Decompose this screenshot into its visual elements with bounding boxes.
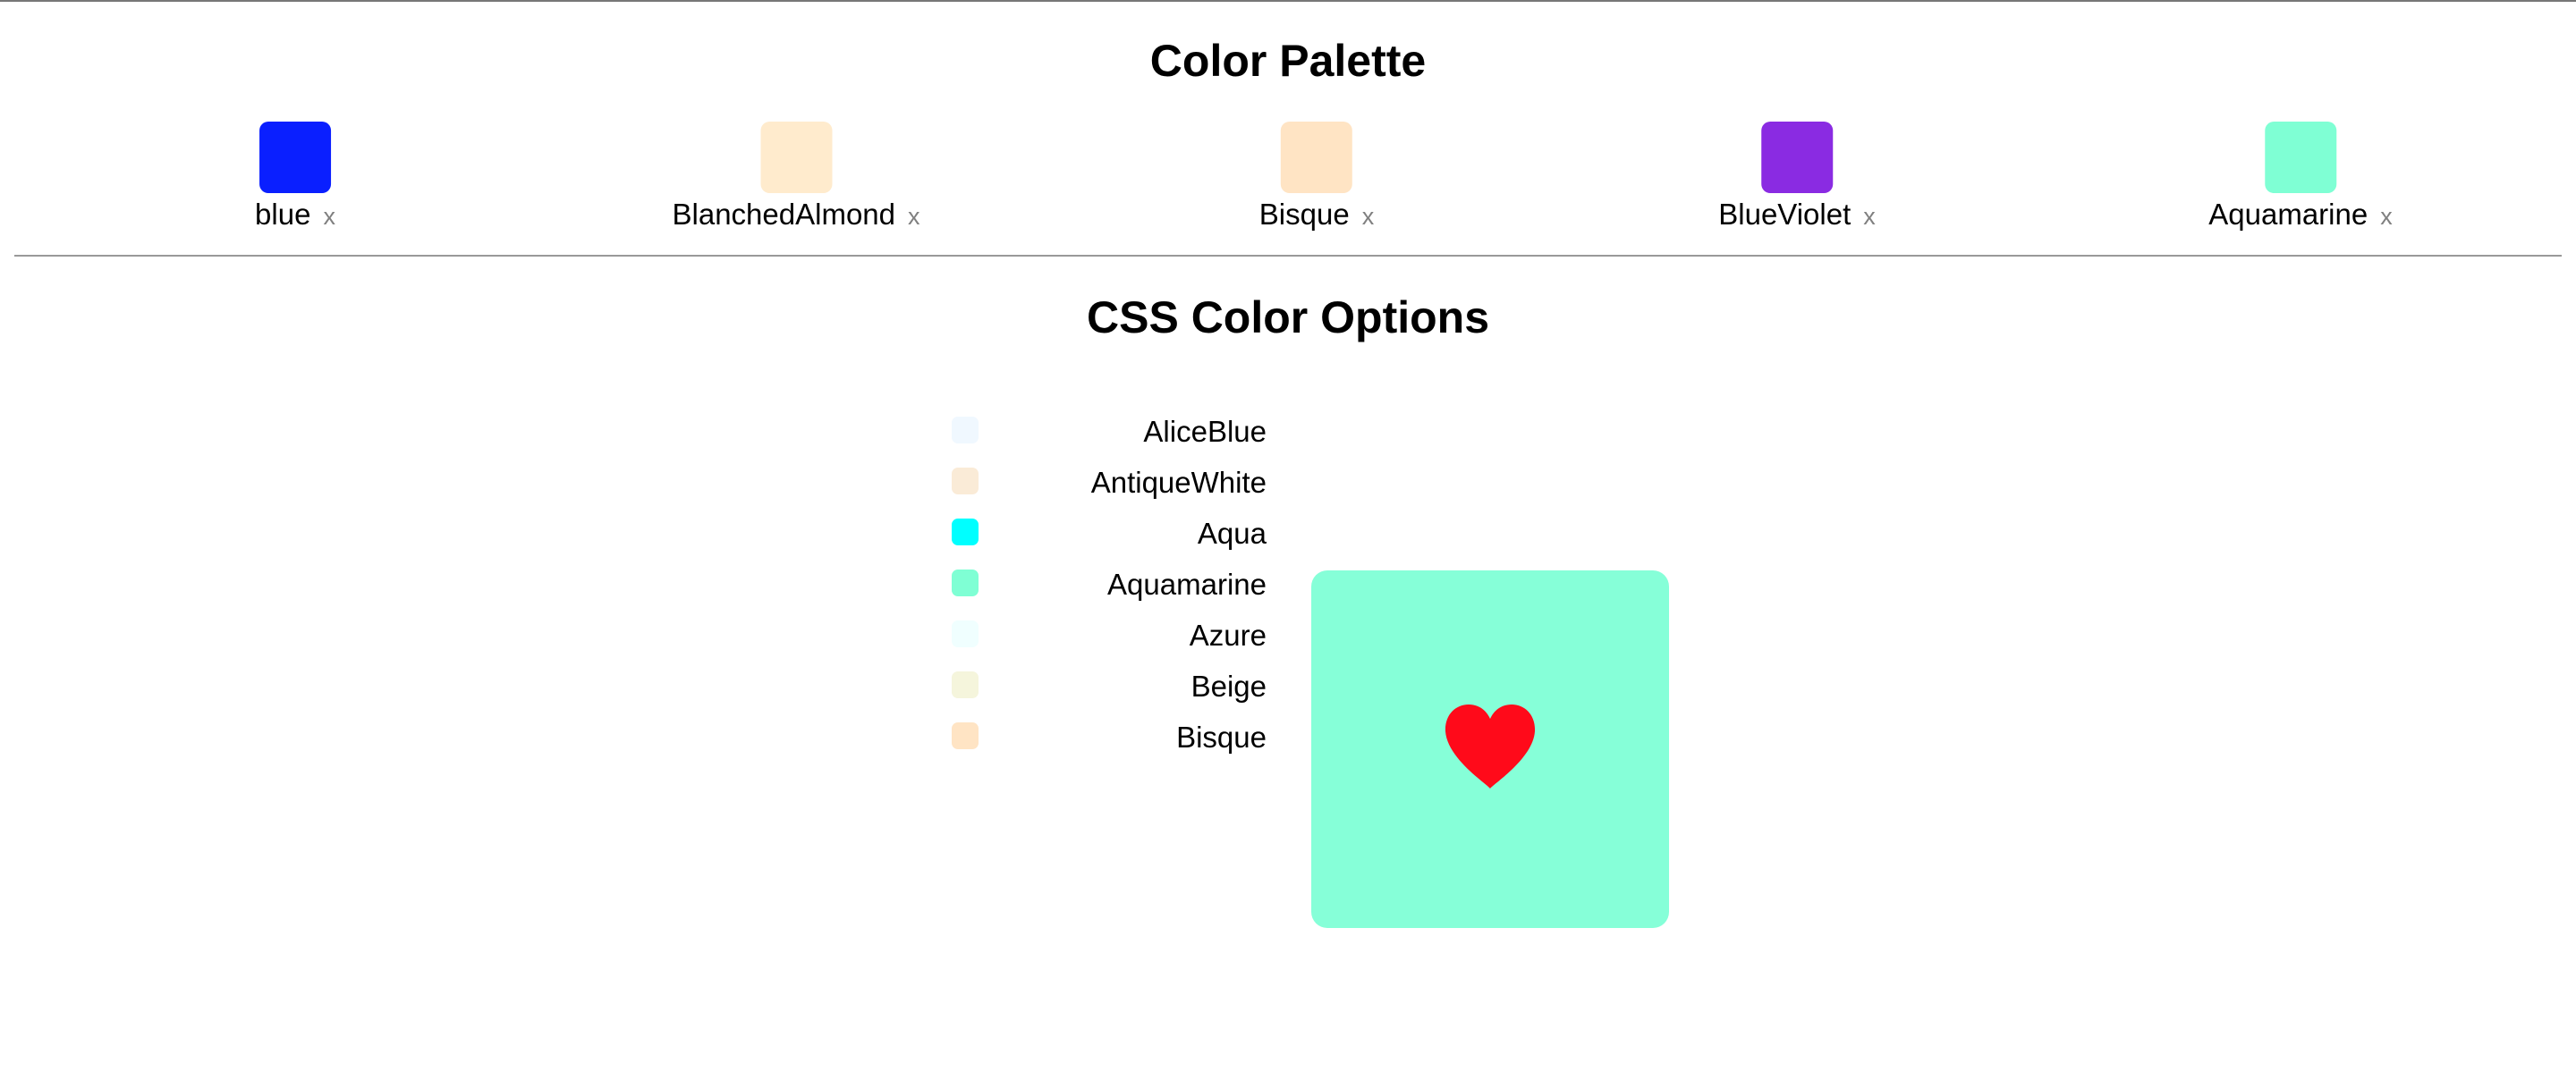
remove-button[interactable]: x — [1362, 198, 1375, 234]
option-swatch — [952, 620, 979, 647]
color-option-antiquewhite[interactable]: AntiqueWhite — [948, 460, 1270, 511]
color-option-azure[interactable]: Azure — [948, 613, 1270, 664]
palette-color-name: Aquamarine — [2208, 198, 2368, 231]
option-name: Beige — [1191, 670, 1267, 703]
section-divider — [14, 255, 2562, 257]
palette-item-blue: blue x — [255, 122, 335, 234]
options-title: CSS Color Options — [1087, 292, 1489, 342]
palette-label-row: BlueViolet x — [1718, 197, 1876, 234]
palette-item-blueviolet: BlueViolet x — [1718, 122, 1876, 234]
page: Color Palette blue x BlanchedAlmond x Bi… — [0, 0, 2576, 1080]
option-swatch — [952, 417, 979, 443]
color-option-aliceblue[interactable]: AliceBlue — [948, 409, 1270, 460]
heart-shape — [1445, 705, 1536, 789]
palette-item-bisque: Bisque x — [1259, 122, 1374, 234]
color-option-aquamarine[interactable]: Aquamarine — [948, 562, 1270, 613]
palette-item-aquamarine: Aquamarine x — [2208, 122, 2393, 234]
palette-color-name: BlueViolet — [1718, 198, 1852, 231]
palette-swatch[interactable] — [760, 122, 832, 193]
remove-button[interactable]: x — [908, 198, 920, 234]
option-name: AliceBlue — [1143, 415, 1267, 448]
palette-color-name: blue — [255, 198, 311, 231]
remove-button[interactable]: x — [1863, 198, 1876, 234]
palette-color-name: BlanchedAlmond — [672, 198, 896, 231]
palette-swatch[interactable] — [1760, 122, 1833, 193]
color-preview-box — [1311, 570, 1669, 928]
option-name: Aqua — [1197, 517, 1267, 550]
palette-item-blanchedalmond: BlanchedAlmond x — [673, 122, 920, 234]
palette-swatch[interactable] — [1281, 122, 1352, 193]
color-option-aqua[interactable]: Aqua — [948, 511, 1270, 562]
option-name: Bisque — [1176, 721, 1267, 754]
palette-label-row: BlanchedAlmond x — [673, 197, 920, 234]
color-option-bisque[interactable]: Bisque — [948, 715, 1270, 766]
heart-icon — [1445, 705, 1536, 789]
option-swatch — [952, 519, 979, 545]
palette-color-name: Bisque — [1258, 198, 1350, 231]
option-name: AntiqueWhite — [1090, 466, 1267, 499]
color-options-list: AliceBlue AntiqueWhite Aqua Aquamarine A… — [948, 409, 1270, 766]
option-name: Aquamarine — [1107, 568, 1267, 601]
remove-button[interactable]: x — [2380, 198, 2393, 234]
palette-label-row: Bisque x — [1259, 197, 1374, 234]
palette-title: Color Palette — [1149, 36, 1427, 86]
option-name: Azure — [1189, 619, 1267, 652]
remove-button[interactable]: x — [323, 198, 335, 234]
palette-label-row: Aquamarine x — [2208, 197, 2392, 234]
option-swatch — [952, 468, 979, 494]
option-swatch — [952, 722, 979, 749]
option-swatch — [952, 570, 979, 596]
palette-label-row: blue x — [255, 197, 335, 234]
color-option-beige[interactable]: Beige — [948, 664, 1270, 715]
palette-swatch[interactable] — [2264, 122, 2336, 193]
top-border — [0, 0, 2576, 2]
option-swatch — [952, 671, 979, 698]
palette-swatch[interactable] — [258, 122, 331, 193]
